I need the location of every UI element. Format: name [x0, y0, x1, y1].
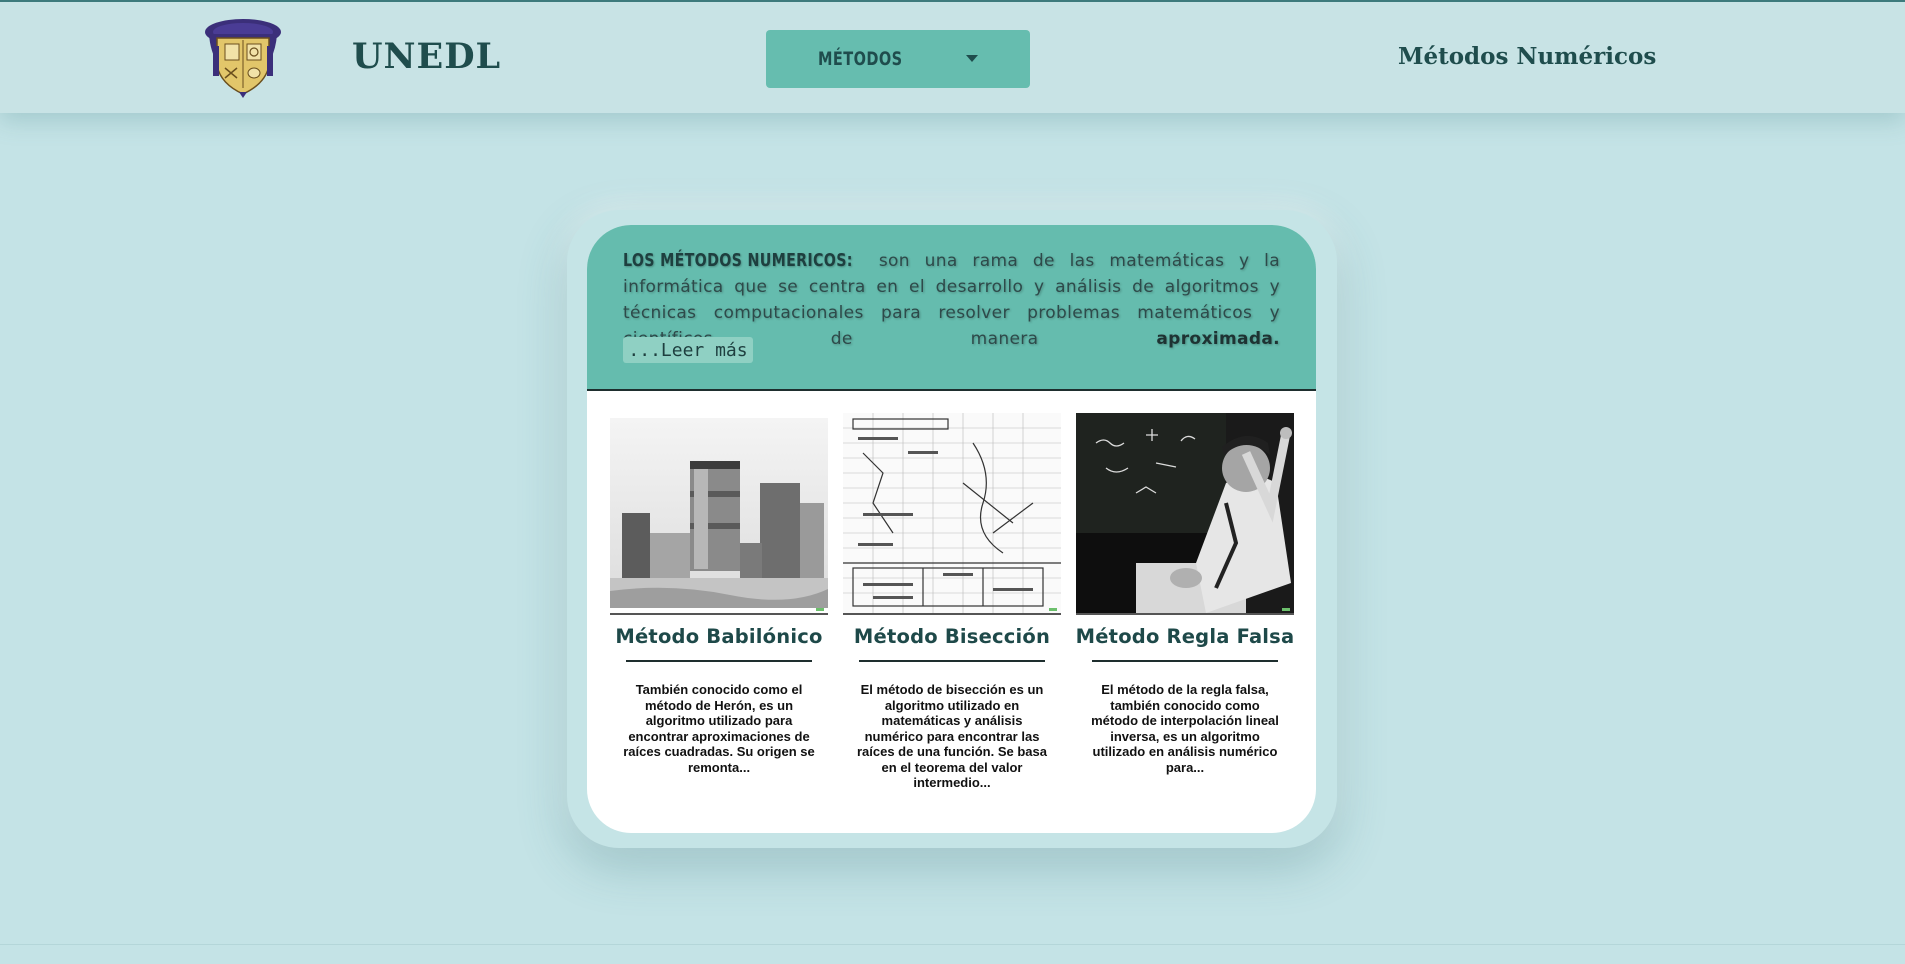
method-card-biseccion[interactable]: Método Bisección El método de bisección …: [843, 413, 1061, 813]
footer: [0, 944, 1905, 964]
method-title[interactable]: Método Regla Falsa: [1076, 625, 1295, 648]
divider: [626, 660, 812, 662]
dropdown-label: MÉTODOS: [818, 48, 903, 70]
intro-emphasis: aproximada.: [1156, 329, 1280, 349]
method-card-babilonico[interactable]: Método Babilónico También conocido como …: [610, 413, 828, 813]
intro-heading: LOS MÉTODOS NUMERICOS:: [623, 250, 853, 271]
intro-section: LOS MÉTODOS NUMERICOS: son una rama de l…: [587, 225, 1316, 391]
brand-name[interactable]: UNEDL: [352, 36, 501, 77]
methods-grid: Método Babilónico También conocido como …: [610, 413, 1294, 813]
man-at-blackboard-photo[interactable]: [1076, 413, 1294, 615]
method-title[interactable]: Método Bisección: [854, 625, 1050, 648]
top-navbar: UNEDL MÉTODOS Métodos Numéricos: [0, 0, 1905, 113]
divider: [859, 660, 1045, 662]
read-more-button[interactable]: ...Leer más: [623, 337, 753, 363]
methods-dropdown[interactable]: MÉTODOS: [766, 30, 1030, 88]
main-card: LOS MÉTODOS NUMERICOS: son una rama de l…: [587, 225, 1316, 833]
method-card-regla-falsa[interactable]: Método Regla Falsa El método de la regla…: [1076, 413, 1294, 813]
technical-drawing-photo[interactable]: [843, 413, 1061, 615]
method-description: El método de la regla falsa, también con…: [1091, 682, 1279, 775]
method-description: El método de bisección es un algoritmo u…: [856, 682, 1047, 790]
ancient-tower-photo[interactable]: [610, 413, 828, 615]
university-crest-icon[interactable]: [203, 16, 283, 98]
method-description: También conocido como el método de Herón…: [623, 682, 815, 775]
method-title[interactable]: Método Babilónico: [615, 625, 822, 648]
divider: [1092, 660, 1278, 662]
site-title-link[interactable]: Métodos Numéricos: [1398, 43, 1656, 70]
caret-down-icon: [966, 55, 978, 62]
